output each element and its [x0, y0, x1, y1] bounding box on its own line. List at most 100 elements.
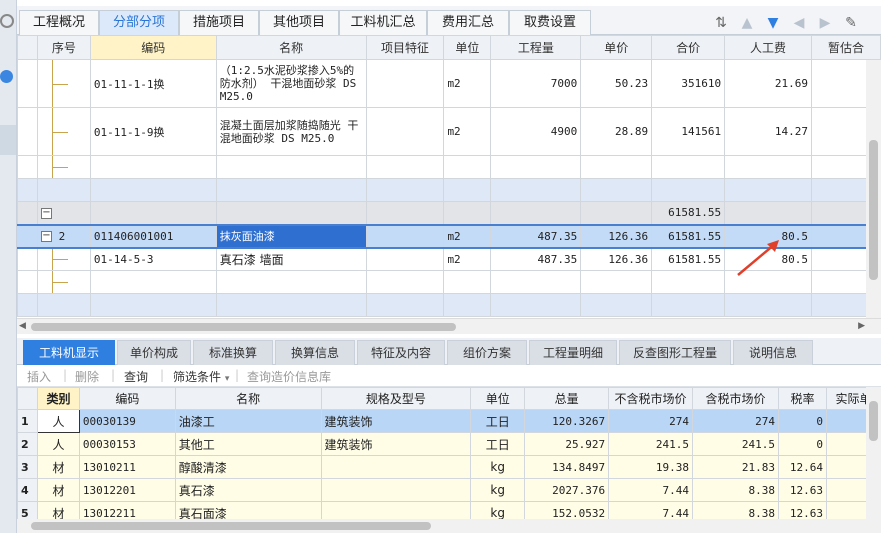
code-cell[interactable]: 13012201 [78, 478, 176, 502]
tax-rate-cell[interactable]: 12.63 [777, 478, 827, 502]
spec-cell[interactable] [320, 501, 472, 519]
taxed-price-cell[interactable]: 8.38 [692, 478, 779, 502]
feature-cell[interactable] [365, 223, 445, 249]
query-price-db-button[interactable]: 查询造价信息库 [247, 368, 331, 385]
qty-cell[interactable] [490, 293, 582, 317]
info-icon[interactable] [0, 70, 13, 83]
tab-unit-price[interactable]: 单价构成 [117, 340, 191, 365]
tab-quantity-detail[interactable]: 工程量明细 [529, 340, 617, 365]
delete-button[interactable]: 删除 [75, 368, 99, 385]
col-header-total[interactable]: 合价 [651, 35, 726, 60]
tab-resource-summary[interactable]: 工料机汇总 [339, 10, 427, 35]
tab-fee-settings[interactable]: 取费设置 [509, 10, 591, 35]
name-cell[interactable]: 油漆工 [174, 409, 322, 433]
category-cell[interactable]: 人 [36, 409, 80, 433]
tab-cost-summary[interactable]: 费用汇总 [427, 10, 509, 35]
tab-standard-conversion[interactable]: 标准换算 [193, 340, 273, 365]
category-cell[interactable]: 材 [36, 501, 80, 519]
qty-cell[interactable]: 4900 [490, 107, 582, 156]
code-cell[interactable]: 01-14-5-3 [89, 247, 217, 271]
unit-cell[interactable]: m2 [443, 107, 492, 156]
name-cell[interactable] [215, 201, 367, 225]
code-cell[interactable] [89, 293, 217, 317]
col-header-labor[interactable]: 人工费 [724, 35, 812, 60]
unit-cell[interactable]: m2 [443, 59, 492, 108]
name-cell[interactable]: 抹灰面油漆 [215, 223, 367, 249]
taxed-price-cell[interactable]: 21.83 [692, 455, 779, 479]
name-cell[interactable]: 混凝土面层加浆随捣随光 干混地面砂浆 DS M25.0 [215, 107, 367, 156]
unit-cell[interactable]: 工日 [470, 432, 526, 456]
col-header-unit[interactable]: 单位 [470, 387, 526, 410]
unit-cell[interactable] [443, 201, 492, 225]
name-cell[interactable]: 真石面漆 [174, 501, 322, 519]
paint-icon[interactable]: ✎ [843, 15, 859, 31]
col-header-category[interactable]: 类别 [36, 387, 80, 410]
qty-cell[interactable] [490, 178, 582, 202]
feature-cell[interactable] [365, 155, 445, 179]
insert-button[interactable]: 插入 [27, 368, 51, 385]
category-cell[interactable]: 材 [36, 478, 80, 502]
feature-cell[interactable] [365, 270, 445, 294]
col-header-price[interactable]: 单价 [580, 35, 653, 60]
table-row[interactable] [17, 155, 881, 179]
spec-cell[interactable] [320, 478, 472, 502]
table-row[interactable]: 01-11-1-1换 （1:2.5水泥砂浆掺入5%的防水剂） 干混地面砂浆 DS… [17, 59, 881, 108]
main-grid-vertical-scrollbar[interactable] [866, 60, 881, 318]
price-cell[interactable] [580, 155, 653, 179]
taxed-price-cell[interactable]: 241.5 [692, 432, 779, 456]
tab-project-overview[interactable]: 工程概况 [19, 10, 99, 35]
unit-cell[interactable]: kg [470, 501, 526, 519]
qty-cell[interactable] [490, 201, 582, 225]
col-header-unit[interactable]: 单位 [443, 35, 492, 60]
seq-cell[interactable]: − 2 [36, 223, 91, 249]
code-cell[interactable]: 011406001001 [89, 223, 217, 249]
name-cell[interactable]: 真石漆 [174, 478, 322, 502]
qty-cell[interactable]: 487.35 [490, 247, 582, 271]
name-cell[interactable]: （1:2.5水泥砂浆掺入5%的防水剂） 干混地面砂浆 DS M25.0 [215, 59, 367, 108]
qty-cell[interactable]: 487.35 [490, 223, 582, 249]
name-cell[interactable]: 其他工 [174, 432, 322, 456]
resource-row[interactable]: 4 材 13012201 真石漆 kg 2027.376 7.44 8.38 1… [17, 478, 881, 502]
col-header-name[interactable]: 名称 [215, 35, 367, 60]
code-cell[interactable]: 00030153 [78, 432, 176, 456]
unit-cell[interactable]: m2 [443, 223, 492, 249]
tab-description[interactable]: 说明信息 [733, 340, 813, 365]
resource-grid-horizontal-scrollbar[interactable] [17, 519, 881, 533]
tab-sub-items[interactable]: 分部分项 [99, 10, 179, 35]
price-cell[interactable] [580, 201, 653, 225]
col-header-seq[interactable]: 序号 [36, 35, 91, 60]
spec-cell[interactable]: 建筑装饰 [320, 409, 472, 433]
code-cell[interactable]: 13010211 [78, 455, 176, 479]
feature-cell[interactable] [365, 178, 445, 202]
taxed-price-cell[interactable]: 274 [692, 409, 779, 433]
query-button[interactable]: 查询 [124, 368, 148, 385]
seq-cell[interactable] [36, 178, 91, 202]
resource-grid-vertical-scrollbar[interactable] [866, 387, 881, 519]
price-cell[interactable]: 50.23 [580, 59, 653, 108]
feature-cell[interactable] [365, 247, 445, 271]
tab-features[interactable]: 特征及内容 [357, 340, 445, 365]
col-header-qty[interactable]: 工程量 [490, 35, 582, 60]
sort-icon[interactable]: ⇅ [713, 15, 729, 31]
tab-other-items[interactable]: 其他项目 [259, 10, 339, 35]
price-cell[interactable]: 28.89 [580, 107, 653, 156]
col-header-feature[interactable]: 项目特征 [365, 35, 445, 60]
unit-cell[interactable]: kg [470, 455, 526, 479]
feature-cell[interactable] [365, 107, 445, 156]
settings-gear-icon[interactable] [0, 14, 14, 28]
code-cell[interactable]: 01-11-1-1换 [89, 59, 217, 108]
resource-row[interactable]: 3 材 13010211 醇酸清漆 kg 134.8497 19.38 21.8… [17, 455, 881, 479]
code-cell[interactable]: 00030139 [78, 409, 176, 433]
price-cell[interactable]: 126.36 [580, 247, 653, 271]
filter-dropdown[interactable]: 筛选条件 ▾ [173, 368, 229, 385]
left-panel-selected[interactable] [0, 125, 16, 155]
move-up-icon[interactable]: ▲ [739, 15, 755, 31]
category-cell[interactable]: 人 [36, 432, 80, 456]
tab-conversion-info[interactable]: 换算信息 [275, 340, 355, 365]
unit-cell[interactable] [443, 293, 492, 317]
feature-cell[interactable] [365, 201, 445, 225]
tax-rate-cell[interactable]: 0 [777, 409, 827, 433]
main-grid-horizontal-scrollbar[interactable]: ◀ ▶ [17, 318, 881, 334]
code-cell[interactable]: 01-11-1-9换 [89, 107, 217, 156]
price-cell[interactable] [580, 178, 653, 202]
